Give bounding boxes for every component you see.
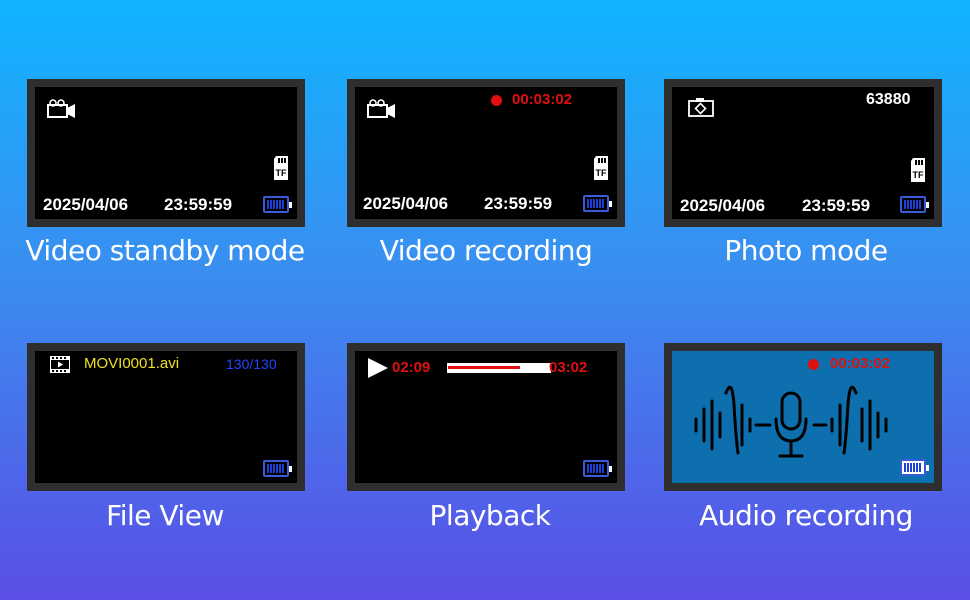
file-view-screen: MOVI0001.avi 130/130 — [27, 343, 305, 491]
battery-icon — [900, 196, 929, 213]
screen-display: 00:03:02 TF 2025/04/06 23:59:59 — [355, 87, 617, 219]
video-recording-screen: 00:03:02 TF 2025/04/06 23:59:59 — [347, 79, 625, 227]
audio-recording-screen: 00:03:02 — [664, 343, 942, 491]
time-label: 23:59:59 — [164, 195, 233, 214]
video-standby-screen: TF 2025/04/06 23:59:59 — [27, 79, 305, 227]
record-dot-icon — [808, 359, 819, 370]
screen-display: MOVI0001.avi 130/130 — [35, 351, 297, 483]
caption-video-standby: Video standby mode — [25, 234, 305, 267]
video-camera-icon — [47, 99, 75, 118]
battery-icon — [900, 459, 929, 476]
play-icon[interactable] — [367, 357, 389, 379]
playback-screen: 02:09 03:02 — [347, 343, 625, 491]
caption-video-recording: Video recording — [379, 234, 593, 267]
audio-waveform-icon — [694, 385, 888, 458]
total-time: 03:02 — [549, 359, 588, 376]
time-label: 23:59:59 — [484, 194, 553, 213]
svg-text:TF: TF — [276, 168, 287, 178]
photo-mode-screen: 63880 TF 2025/04/06 23:59:59 — [664, 79, 942, 227]
screen-display: 00:03:02 — [672, 351, 934, 483]
battery-icon — [263, 196, 292, 213]
caption-playback: Playback — [429, 499, 551, 532]
sd-card-icon: TF — [911, 158, 925, 182]
caption-audio-recording: Audio recording — [699, 499, 913, 532]
video-camera-icon — [367, 99, 395, 118]
date-label: 2025/04/06 — [43, 195, 129, 214]
sd-card-icon: TF — [594, 156, 608, 180]
screen-display: 02:09 03:02 — [355, 351, 617, 483]
record-timer: 00:03:02 — [512, 91, 573, 108]
file-index: 130/130 — [226, 356, 277, 372]
film-icon — [50, 356, 70, 373]
sd-card-icon: TF — [274, 156, 288, 180]
elapsed-time: 02:09 — [392, 359, 431, 376]
photo-count: 63880 — [866, 91, 911, 108]
battery-icon — [263, 460, 292, 477]
playback-progress-bar[interactable] — [447, 363, 551, 373]
caption-file-view: File View — [106, 499, 224, 532]
screen-display: TF 2025/04/06 23:59:59 — [35, 87, 297, 219]
file-name: MOVI0001.avi — [84, 355, 180, 372]
date-label: 2025/04/06 — [363, 194, 449, 213]
record-timer: 00:03:02 — [830, 355, 891, 372]
battery-icon — [583, 195, 612, 212]
playback-progress-fill — [448, 366, 521, 369]
time-label: 23:59:59 — [802, 196, 871, 215]
svg-text:TF: TF — [596, 168, 607, 178]
record-dot-icon — [491, 95, 502, 106]
date-label: 2025/04/06 — [680, 196, 766, 215]
screen-display: 63880 TF 2025/04/06 23:59:59 — [672, 87, 934, 219]
battery-icon — [583, 460, 612, 477]
svg-text:TF: TF — [913, 170, 924, 180]
camera-icon — [688, 98, 714, 117]
caption-photo-mode: Photo mode — [724, 234, 888, 267]
